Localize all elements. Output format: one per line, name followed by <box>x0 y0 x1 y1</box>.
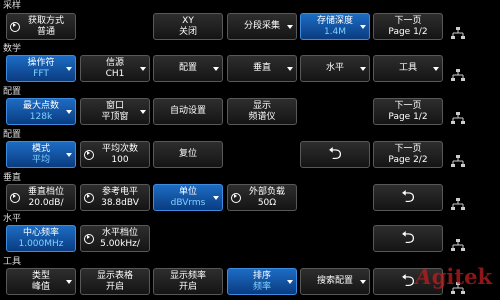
max-points-button[interactable]: 最大点数 128k <box>6 98 76 125</box>
math-operator-button[interactable]: 操作符 FFT <box>6 55 76 82</box>
center-frequency-button[interactable]: 中心频率 1.000MHz <box>6 225 76 252</box>
section-label-config: 配置 <box>3 87 22 97</box>
back-arrow-icon: ⮌ <box>401 271 415 291</box>
dropdown-arrow-icon <box>287 280 293 284</box>
back-arrow-icon: ⮌ <box>401 187 415 207</box>
network-icon <box>451 112 465 125</box>
knob-icon <box>84 234 94 244</box>
section-label-horizontal: 水平 <box>3 214 22 224</box>
knob-icon <box>10 22 20 32</box>
math-horizontal-button[interactable]: 水平 <box>300 55 370 82</box>
agitek-watermark: Agitek <box>415 264 492 289</box>
next-page-button[interactable]: 下一页 Page 1/2 <box>373 98 443 125</box>
section-label-math: 数学 <box>3 44 22 54</box>
knob-icon <box>84 150 94 160</box>
back-button[interactable]: ⮌ <box>373 225 443 252</box>
type-button[interactable]: 类型 峰值 <box>6 268 76 295</box>
knob-icon <box>84 193 94 203</box>
dropdown-arrow-icon <box>213 196 219 200</box>
acquire-mode-button[interactable]: 获取方式 普通 <box>6 13 76 40</box>
network-icon <box>451 155 465 168</box>
math-source-button[interactable]: 信源 CH1 <box>80 55 150 82</box>
next-page-button[interactable]: 下一页 Page 1/2 <box>373 13 443 40</box>
segment-acquire-button[interactable]: 分段采集 <box>227 13 297 40</box>
section-label-tools: 工具 <box>3 257 22 267</box>
math-config-button[interactable]: 配置 <box>153 55 223 82</box>
horizontal-scale-button[interactable]: 水平档位 5.00kHz/ <box>80 225 150 252</box>
dropdown-arrow-icon <box>360 67 366 71</box>
dropdown-arrow-icon <box>360 280 366 284</box>
dropdown-arrow-icon <box>433 67 439 71</box>
math-tools-button[interactable]: 工具 <box>373 55 443 82</box>
back-button[interactable]: ⮌ <box>373 184 443 211</box>
section-label-sample: 采样 <box>3 1 22 11</box>
show-frequency-button[interactable]: 显示频率 开启 <box>153 268 223 295</box>
show-table-button[interactable]: 显示表格 开启 <box>80 268 150 295</box>
reference-level-button[interactable]: 参考电平 38.8dBV <box>80 184 150 211</box>
back-button[interactable]: ⮌ <box>300 141 370 168</box>
knob-icon <box>10 193 20 203</box>
dropdown-arrow-icon <box>287 67 293 71</box>
dropdown-arrow-icon <box>66 153 72 157</box>
dropdown-arrow-icon <box>66 280 72 284</box>
dropdown-arrow-icon <box>66 110 72 114</box>
dropdown-arrow-icon <box>213 67 219 71</box>
dropdown-arrow-icon <box>140 110 146 114</box>
network-icon <box>451 27 465 40</box>
search-config-button[interactable]: 搜索配置 <box>300 268 370 295</box>
back-arrow-icon: ⮌ <box>328 144 342 164</box>
network-icon <box>451 198 465 211</box>
math-vertical-button[interactable]: 垂直 <box>227 55 297 82</box>
network-icon <box>451 239 465 252</box>
unit-button[interactable]: 单位 dBVrms <box>153 184 223 211</box>
network-icon <box>451 69 465 82</box>
section-label-vertical: 垂直 <box>3 173 22 183</box>
sort-button[interactable]: 排序 频率 <box>227 268 297 295</box>
mode-button[interactable]: 模式 平均 <box>6 141 76 168</box>
dropdown-arrow-icon <box>287 25 293 29</box>
back-arrow-icon: ⮌ <box>401 228 415 248</box>
external-load-button[interactable]: 外部负载 50Ω <box>227 184 297 211</box>
knob-icon <box>231 193 241 203</box>
dropdown-arrow-icon <box>360 25 366 29</box>
section-label-config-2: 配置 <box>3 130 22 140</box>
dropdown-arrow-icon <box>66 67 72 71</box>
reset-button[interactable]: 复位 <box>153 141 223 168</box>
window-type-button[interactable]: 窗口 平顶窗 <box>80 98 150 125</box>
next-page-button[interactable]: 下一页 Page 2/2 <box>373 141 443 168</box>
xy-mode-button[interactable]: XY 关闭 <box>153 13 223 40</box>
vertical-scale-button[interactable]: 垂直档位 20.0dB/ <box>6 184 76 211</box>
dropdown-arrow-icon <box>140 67 146 71</box>
show-spectrum-button[interactable]: 显示 频谱仪 <box>227 98 297 125</box>
average-count-button[interactable]: 平均次数 100 <box>80 141 150 168</box>
auto-set-button[interactable]: 自动设置 <box>153 98 223 125</box>
memory-depth-button[interactable]: 存储深度 1.4M <box>300 13 370 40</box>
